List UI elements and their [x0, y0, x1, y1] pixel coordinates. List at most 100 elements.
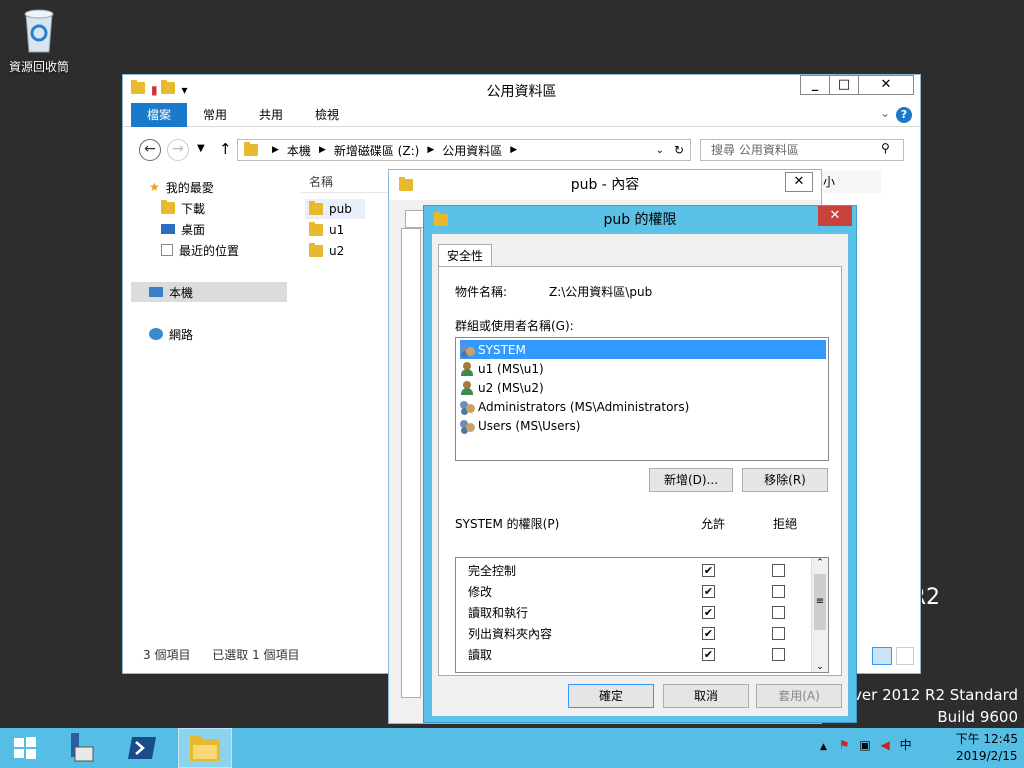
- forward-button[interactable]: →: [167, 139, 189, 161]
- scroll-thumb[interactable]: ≡: [814, 574, 826, 630]
- tab-security[interactable]: 安全性: [438, 244, 493, 266]
- server-manager-button[interactable]: [56, 728, 106, 768]
- list-item-u2[interactable]: u2 (MS\u2): [460, 378, 826, 397]
- recent-locations-chevron-icon[interactable]: ▼: [197, 143, 205, 154]
- sidebar-item-network[interactable]: 網路: [149, 324, 193, 344]
- list-item-users[interactable]: Users (MS\Users): [460, 416, 826, 435]
- folder-icon: [309, 222, 323, 236]
- deny-checkbox[interactable]: [772, 606, 785, 619]
- file-item-u2[interactable]: u2: [305, 241, 344, 261]
- allow-checkbox[interactable]: ✔: [702, 648, 715, 661]
- scroll-up-icon[interactable]: ⌃: [812, 558, 828, 568]
- deny-checkbox[interactable]: [772, 585, 785, 598]
- action-center-icon[interactable]: ⚑: [839, 738, 850, 752]
- breadcrumb-folder[interactable]: 公用資料區: [442, 142, 502, 159]
- deny-checkbox[interactable]: [772, 564, 785, 577]
- tray-icons: ▲ ⚑ ▣ ◀ 中: [820, 737, 940, 756]
- security-panel: 物件名稱: Z:\公用資料區\pub 群組或使用者名稱(G): SYSTEM u…: [438, 266, 842, 676]
- scroll-down-icon[interactable]: ⌄: [812, 662, 828, 672]
- properties-title-bar[interactable]: pub - 內容 ✕: [389, 170, 821, 200]
- deny-checkbox[interactable]: [772, 627, 785, 640]
- file-item-u1[interactable]: u1: [305, 220, 344, 240]
- permissions-title-bar[interactable]: pub 的權限 ✕: [424, 206, 856, 234]
- sidebar-item-favorites[interactable]: ★ 我的最愛: [149, 177, 214, 197]
- group-label: 群組或使用者名稱(G):: [455, 319, 574, 333]
- folder-icon: [399, 177, 413, 191]
- tab-view[interactable]: 檢視: [299, 103, 355, 127]
- sidebar-item-recent[interactable]: 最近的位置: [161, 240, 239, 260]
- close-button[interactable]: ✕: [785, 172, 813, 192]
- permission-row: 修改: [468, 585, 493, 599]
- large-icons-view-icon[interactable]: [896, 647, 914, 665]
- permissions-for-label: SYSTEM 的權限(P): [455, 517, 560, 531]
- explorer-title-bar[interactable]: ▮ ▾ 公用資料區 _ □ ✕: [123, 75, 920, 103]
- tab-home[interactable]: 常用: [187, 103, 243, 127]
- address-dropdown-icon[interactable]: ⌄: [656, 145, 664, 156]
- details-view-icon[interactable]: [872, 647, 892, 665]
- clock-time[interactable]: 下午 12:45: [956, 731, 1018, 748]
- show-hidden-icons-icon[interactable]: ▲: [820, 742, 827, 752]
- start-button[interactable]: [0, 728, 50, 768]
- user-icon: [460, 380, 474, 395]
- allow-checkbox[interactable]: ✔: [702, 564, 715, 577]
- server-manager-icon: [71, 733, 94, 762]
- allow-checkbox[interactable]: ✔: [702, 585, 715, 598]
- tab-file[interactable]: 檔案: [131, 102, 188, 127]
- tab-share[interactable]: 共用: [243, 103, 299, 127]
- help-icon[interactable]: ?: [896, 107, 912, 123]
- recycle-bin-label: 資源回收筒: [8, 60, 69, 74]
- add-button[interactable]: 新增(D)...: [649, 468, 733, 492]
- network-tray-icon[interactable]: ▣: [859, 738, 870, 752]
- refresh-icon[interactable]: ↻: [674, 143, 684, 157]
- address-bar[interactable]: ▶ 本機 ▶ 新增磁碟區 (Z:) ▶ 公用資料區 ▶ ⌄ ↻: [237, 139, 691, 161]
- properties-tab[interactable]: [405, 210, 425, 228]
- search-icon: ⚲: [881, 141, 890, 155]
- up-button[interactable]: ↑: [219, 140, 232, 158]
- apply-button[interactable]: 套用(A): [756, 684, 842, 708]
- file-explorer-button[interactable]: [178, 728, 232, 768]
- sidebar-item-downloads[interactable]: 下載: [161, 198, 205, 218]
- sidebar-item-desktop[interactable]: 桌面: [161, 219, 205, 239]
- recent-places-icon: [161, 244, 173, 256]
- clock-date[interactable]: 2019/2/15: [956, 748, 1018, 765]
- search-input[interactable]: 搜尋 公用資料區: [700, 139, 904, 161]
- remove-button[interactable]: 移除(R): [742, 468, 828, 492]
- close-button[interactable]: ✕: [858, 75, 914, 95]
- deny-checkbox[interactable]: [772, 648, 785, 661]
- properties-panel: [401, 228, 421, 698]
- breadcrumb-drive[interactable]: 新增磁碟區 (Z:): [334, 142, 419, 159]
- list-item-administrators[interactable]: Administrators (MS\Administrators): [460, 397, 826, 416]
- powershell-button[interactable]: [118, 728, 168, 768]
- file-item-pub[interactable]: pub: [305, 199, 365, 219]
- back-button[interactable]: ←: [139, 139, 161, 161]
- object-name-value: Z:\公用資料區\pub: [549, 285, 653, 299]
- ime-indicator[interactable]: 中: [900, 738, 912, 752]
- cancel-button[interactable]: 取消: [663, 684, 749, 708]
- status-item-count: 3 個項目: [143, 648, 191, 662]
- permission-row: 完全控制: [468, 564, 517, 578]
- object-name-label: 物件名稱:: [455, 285, 508, 299]
- column-header-size[interactable]: 小: [819, 171, 881, 193]
- principals-list[interactable]: SYSTEM u1 (MS\u1) u2 (MS\u2) Administrat…: [455, 337, 829, 461]
- close-button[interactable]: ✕: [818, 206, 852, 226]
- computer-icon: [149, 287, 163, 297]
- permissions-scrollbar[interactable]: ⌃ ≡ ⌄: [811, 558, 828, 672]
- maximize-button[interactable]: □: [829, 75, 859, 95]
- minimize-button[interactable]: _: [800, 75, 830, 95]
- recycle-bin-icon: [21, 6, 57, 54]
- chevron-down-icon[interactable]: ⌄: [880, 106, 890, 120]
- allow-checkbox[interactable]: ✔: [702, 627, 715, 640]
- breadcrumb-this-pc[interactable]: 本機: [287, 142, 311, 159]
- network-icon: [149, 328, 163, 340]
- list-item-system[interactable]: SYSTEM: [460, 340, 826, 359]
- sidebar-item-this-pc[interactable]: 本機: [131, 282, 287, 302]
- volume-icon[interactable]: ◀: [881, 738, 890, 752]
- user-icon: [460, 361, 474, 376]
- allow-checkbox[interactable]: ✔: [702, 606, 715, 619]
- folder-icon: [244, 142, 258, 156]
- group-icon: [460, 343, 476, 357]
- ok-button[interactable]: 確定: [568, 684, 654, 708]
- powershell-icon: [128, 737, 156, 759]
- recycle-bin[interactable]: 資源回收筒: [4, 6, 74, 75]
- list-item-u1[interactable]: u1 (MS\u1): [460, 359, 826, 378]
